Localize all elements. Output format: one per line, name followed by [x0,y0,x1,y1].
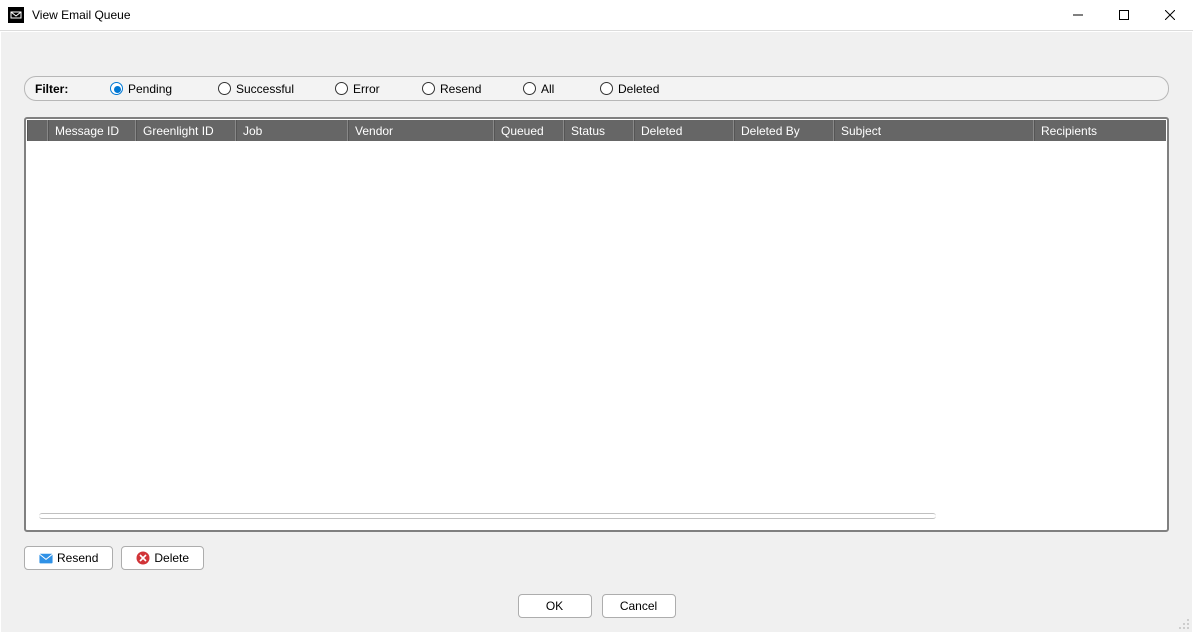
column-header-message_id[interactable]: Message ID [48,120,136,141]
dialog-button-row: OK Cancel [1,594,1192,618]
radio-label: All [541,82,554,96]
minimize-button[interactable] [1055,0,1101,30]
column-header-recipients[interactable]: Recipients [1034,120,1166,141]
column-header-deleted[interactable]: Deleted [634,120,734,141]
delete-button[interactable]: Delete [121,546,204,570]
radio-icon [110,82,123,95]
column-header-deleted_by[interactable]: Deleted By [734,120,834,141]
radio-label: Pending [128,82,172,96]
grid-frame: Message IDGreenlight IDJobVendorQueuedSt… [24,117,1169,532]
filter-radio-deleted[interactable]: Deleted [600,82,659,96]
delete-button-label: Delete [154,551,189,565]
action-row: Resend Delete [24,546,204,570]
delete-circle-icon [136,551,150,565]
close-button[interactable] [1147,0,1193,30]
cancel-button[interactable]: Cancel [602,594,676,618]
column-header-vendor[interactable]: Vendor [348,120,494,141]
column-header-status[interactable]: Status [564,120,634,141]
resend-button-label: Resend [57,551,98,565]
radio-label: Successful [236,82,294,96]
column-header-greenlight[interactable]: Greenlight ID [136,120,236,141]
radio-label: Deleted [618,82,659,96]
client-area: Filter: Pending Successful Error Resend All D… [0,31,1193,633]
envelope-icon [39,551,53,565]
radio-icon [218,82,231,95]
maximize-button[interactable] [1101,0,1147,30]
cancel-button-label: Cancel [620,599,657,613]
filter-radio-resend[interactable]: Resend [422,82,481,96]
filter-label: Filter: [35,82,68,96]
window-controls [1055,0,1193,30]
horizontal-scrollbar[interactable] [39,513,936,519]
filter-radio-error[interactable]: Error [335,82,380,96]
radio-icon [335,82,348,95]
resend-button[interactable]: Resend [24,546,113,570]
ok-button[interactable]: OK [518,594,592,618]
grid[interactable]: Message IDGreenlight IDJobVendorQueuedSt… [27,120,1166,529]
radio-label: Error [353,82,380,96]
ok-button-label: OK [546,599,563,613]
column-header-rowhandle[interactable] [27,120,48,141]
filter-radio-all[interactable]: All [523,82,554,96]
app-icon [8,7,24,23]
column-header-subject[interactable]: Subject [834,120,1034,141]
title-bar: View Email Queue [0,0,1193,31]
resize-grip-icon[interactable] [1176,616,1190,630]
radio-icon [422,82,435,95]
filter-bar: Filter: Pending Successful Error Resend All D… [24,76,1169,101]
radio-icon [600,82,613,95]
filter-radio-pending[interactable]: Pending [110,82,172,96]
filter-radio-successful[interactable]: Successful [218,82,294,96]
column-header-job[interactable]: Job [236,120,348,141]
radio-icon [523,82,536,95]
radio-label: Resend [440,82,481,96]
column-header-queued[interactable]: Queued [494,120,564,141]
window-title: View Email Queue [32,8,131,22]
grid-header-row: Message IDGreenlight IDJobVendorQueuedSt… [27,120,1166,141]
